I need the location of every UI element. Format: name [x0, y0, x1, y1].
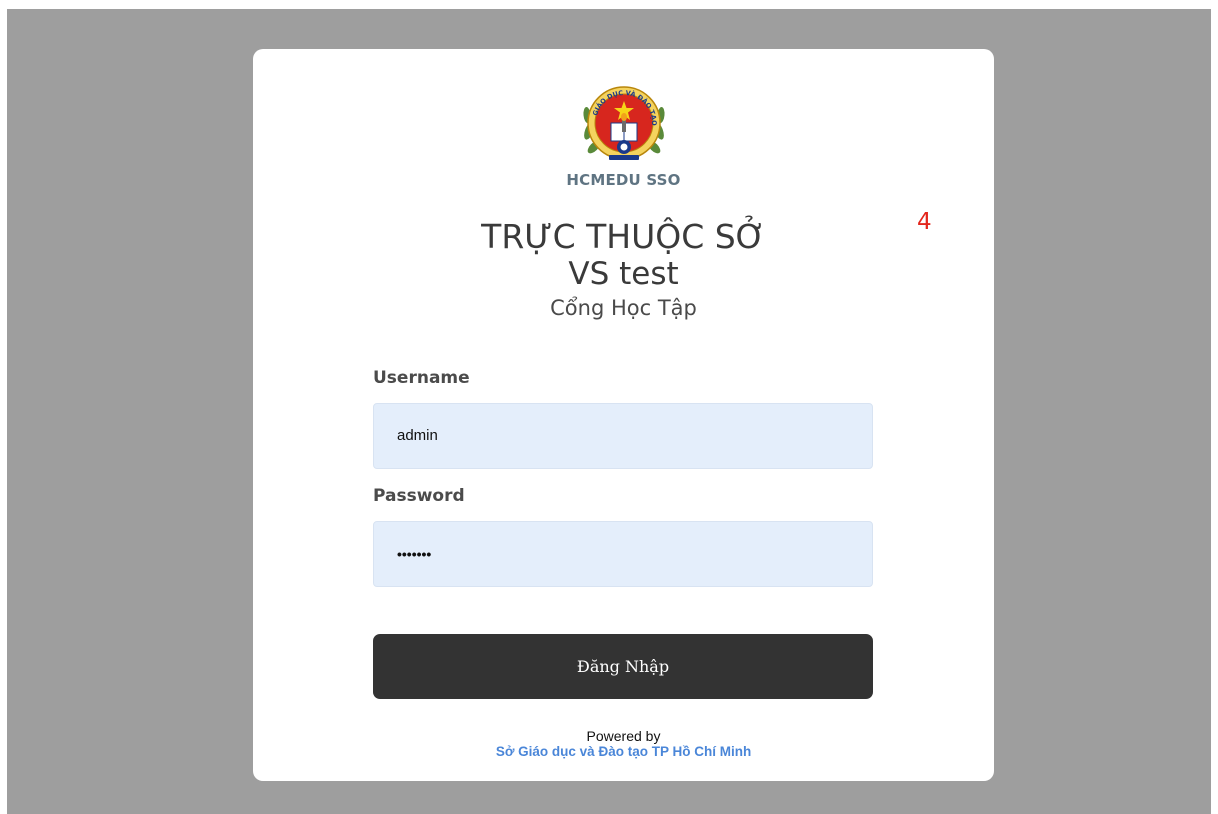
page-subtitle: VS test: [568, 256, 679, 292]
username-field[interactable]: admin: [373, 403, 873, 469]
password-label: Password: [373, 486, 465, 506]
logo: GIÁO DỤC VÀ ĐÀO TẠO: [253, 79, 994, 169]
education-department-emblem-icon: GIÁO DỤC VÀ ĐÀO TẠO: [582, 86, 665, 160]
login-card: GIÁO DỤC VÀ ĐÀO TẠO HCMEDU SSO 4 TRỰC TH…: [253, 49, 994, 781]
brand-name: HCMEDU SSO: [566, 171, 681, 189]
portal-name: Cổng Học Tập: [550, 296, 697, 320]
page-title: TRỰC THUỘC SỞ: [481, 217, 766, 256]
organization-link[interactable]: Sở Giáo dục và Đào tạo TP Hồ Chí Minh: [253, 744, 994, 759]
username-label: Username: [373, 368, 470, 388]
password-field[interactable]: •••••••: [373, 521, 873, 587]
login-button[interactable]: Đăng Nhập: [373, 634, 873, 699]
powered-by-text: Powered by: [586, 728, 661, 744]
